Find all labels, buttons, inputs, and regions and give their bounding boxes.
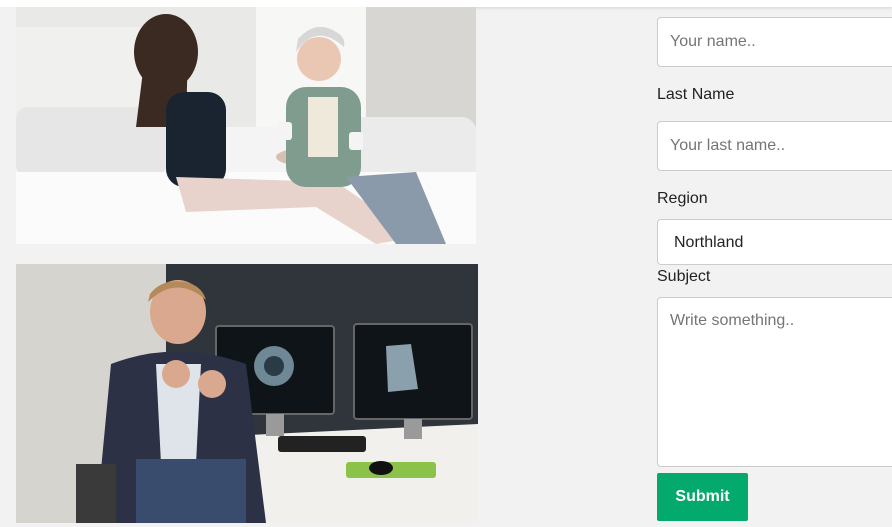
photo-man-with-monitors [16,264,478,523]
submit-button[interactable]: Submit [657,473,748,521]
first-name-input[interactable] [657,17,892,67]
region-label: Region [657,190,708,207]
last-name-input[interactable] [657,121,892,171]
last-name-label: Last Name [657,86,735,103]
subject-textarea[interactable] [657,297,892,467]
subject-label: Subject [657,268,711,285]
top-bar [0,0,892,7]
photo-women-on-sofa [16,7,476,244]
left-margin [0,7,16,527]
region-select[interactable]: Northland [657,219,892,265]
